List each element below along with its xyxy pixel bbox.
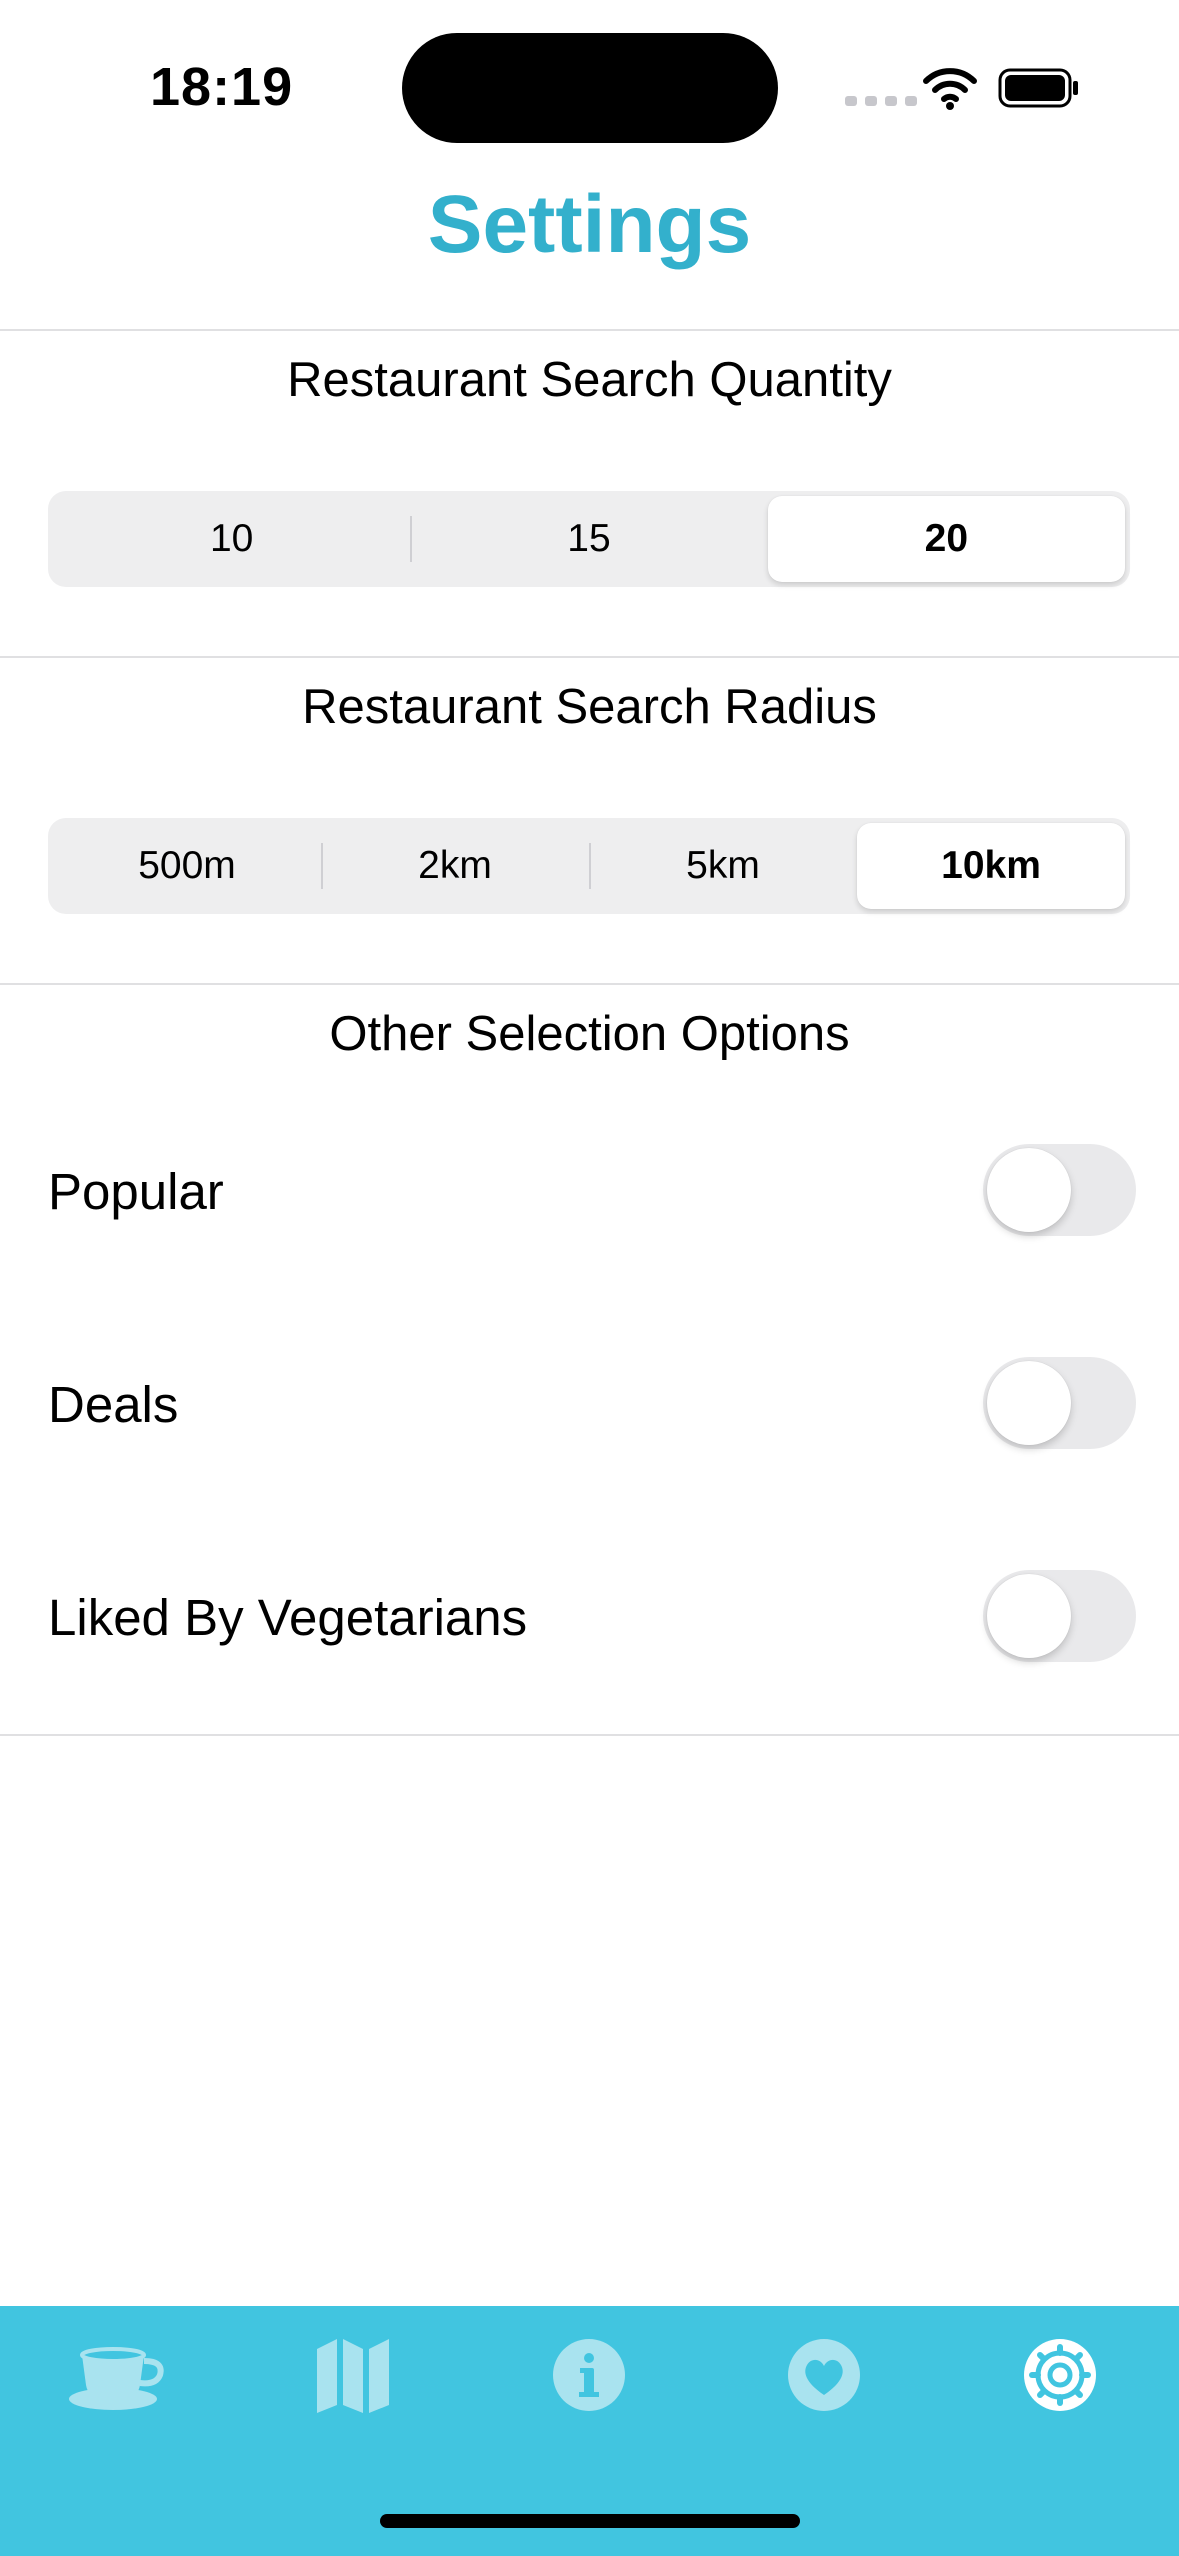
divider: [0, 329, 1179, 331]
settings-gear-icon: [1024, 2339, 1096, 2411]
search-quantity-segmented-control: 10 15 20: [48, 491, 1130, 587]
segment-radius-2km[interactable]: 2km: [321, 823, 589, 909]
tab-info[interactable]: [534, 2330, 644, 2420]
page-title: Settings: [427, 179, 752, 270]
toggle-knob: [987, 1574, 1071, 1658]
deals-toggle[interactable]: [983, 1357, 1136, 1449]
option-row-popular: Popular: [0, 1144, 1179, 1236]
divider: [0, 1734, 1179, 1736]
tab-settings[interactable]: [1005, 2330, 1115, 2420]
info-icon: [553, 2339, 625, 2411]
tab-map[interactable]: [298, 2330, 408, 2420]
battery-icon: [998, 68, 1078, 108]
toggle-knob: [987, 1148, 1071, 1232]
option-label: Liked By Vegetarians: [48, 1589, 528, 1646]
section-title-other-options: Other Selection Options: [329, 1007, 850, 1061]
dynamic-island: [402, 33, 778, 143]
section-title-search-radius: Restaurant Search Radius: [302, 680, 877, 734]
segment-radius-10km[interactable]: 10km: [857, 823, 1125, 909]
divider: [0, 656, 1179, 658]
cellular-signal-icon: [845, 96, 917, 106]
segment-radius-5km[interactable]: 5km: [589, 823, 857, 909]
segment-quantity-20[interactable]: 20: [767, 496, 1125, 582]
section-title-search-quantity: Restaurant Search Quantity: [287, 353, 892, 407]
tab-favorites[interactable]: [769, 2330, 879, 2420]
coffee-cup-icon: [69, 2347, 164, 2410]
wifi-icon: [923, 68, 977, 110]
option-label: Popular: [48, 1163, 224, 1220]
search-radius-segmented-control: 500m 2km 5km 10km: [48, 818, 1130, 914]
option-label: Deals: [48, 1376, 179, 1433]
tab-restaurants[interactable]: [63, 2330, 173, 2420]
segment-radius-500m[interactable]: 500m: [53, 823, 321, 909]
divider: [0, 983, 1179, 985]
home-indicator: [380, 2514, 800, 2528]
popular-toggle[interactable]: [983, 1144, 1136, 1236]
option-row-liked-by-vegetarians: Liked By Vegetarians: [0, 1570, 1179, 1662]
segment-quantity-10[interactable]: 10: [53, 496, 410, 582]
status-time: 18:19: [150, 57, 294, 117]
option-row-deals: Deals: [0, 1357, 1179, 1449]
toggle-knob: [987, 1361, 1071, 1445]
liked-by-vegetarians-toggle[interactable]: [983, 1570, 1136, 1662]
segment-quantity-15[interactable]: 15: [410, 496, 767, 582]
heart-icon: [788, 2339, 860, 2411]
map-icon: [317, 2339, 389, 2413]
